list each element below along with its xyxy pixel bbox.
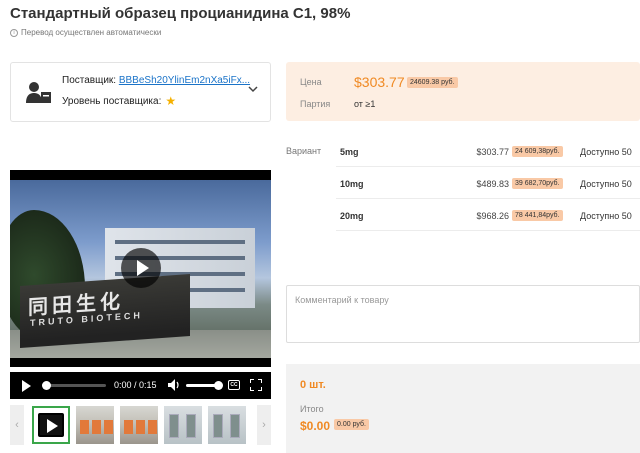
price-rub-badge: 24609.38 руб. — [407, 77, 458, 88]
variant-price: $303.77 — [476, 147, 509, 157]
video-progress-bar[interactable] — [42, 381, 106, 390]
thumbnail-image[interactable] — [76, 406, 114, 444]
video-controls: 0:00 / 0:15 CC — [10, 372, 271, 399]
price-label: Цена — [300, 77, 322, 87]
total-label: Итого — [300, 404, 324, 414]
thumbnail-video[interactable] — [32, 406, 70, 444]
info-icon: i — [10, 28, 18, 37]
variant-row[interactable]: 5mg $303.77 24 609,38руб. Доступно 50 — [336, 137, 640, 167]
volume-knob[interactable] — [214, 381, 223, 390]
batch-value: от ≥1 — [354, 99, 376, 109]
fullscreen-icon[interactable] — [250, 379, 262, 391]
supplier-icon — [26, 82, 51, 103]
variant-price: $968.26 — [476, 211, 509, 221]
star-icon: ★ — [165, 94, 177, 108]
supplier-link[interactable]: BBBeSh20YlinEm2nXa5iFx... — [119, 75, 250, 86]
thumbnail-next-button[interactable]: › — [257, 405, 271, 445]
variant-row[interactable]: 10mg $489.83 39 682,70руб. Доступно 50 — [336, 169, 640, 199]
quantity-value: 0 шт. — [300, 379, 326, 391]
variant-row[interactable]: 20mg $968.26 78 441,84руб. Доступно 50 — [336, 201, 640, 231]
variant-name: 5mg — [340, 147, 359, 157]
batch-label: Партия — [300, 99, 331, 109]
total-rub-badge: 0.00 руб. — [334, 419, 369, 430]
thumbnail-prev-button[interactable]: ‹ — [10, 405, 24, 445]
chevron-down-icon[interactable] — [248, 84, 258, 94]
supplier-panel[interactable]: Поставщик: BBBeSh20YlinEm2nXa5iFx... Уро… — [10, 62, 271, 122]
volume-slider[interactable] — [186, 381, 223, 390]
supplier-level-label: Уровень поставщика: — [62, 95, 162, 107]
variant-label: Вариант — [286, 146, 322, 156]
video-player[interactable]: 同田生化 TRUTO BIOTECH — [10, 170, 271, 367]
volume-icon[interactable] — [168, 378, 180, 392]
price-panel: Цена $303.77 24609.38 руб. Партия от ≥1 — [286, 62, 640, 121]
variant-rub-badge: 24 609,38руб. — [512, 146, 563, 157]
variant-availability: Доступно 50 — [580, 211, 632, 221]
supplier-label: Поставщик: — [62, 75, 117, 86]
product-title: Стандартный образец процианидина C1, 98% — [10, 5, 351, 22]
variant-name: 20mg — [340, 211, 364, 221]
video-time: 0:00 / 0:15 — [114, 380, 157, 390]
thumbnail-image[interactable] — [164, 406, 202, 444]
variant-price: $489.83 — [476, 179, 509, 189]
total-value: $0.00 — [300, 419, 331, 433]
auto-translation-text: Перевод осуществлен автоматически — [21, 28, 162, 37]
thumbnail-image[interactable] — [120, 406, 158, 444]
auto-translation-note: i Перевод осуществлен автоматически — [10, 28, 161, 37]
price-value: $303.77 — [354, 74, 405, 90]
video-play-icon — [38, 413, 64, 437]
order-summary: 0 шт. Итого $0.00 0.00 руб. — [286, 364, 640, 453]
captions-icon[interactable]: CC — [228, 380, 240, 390]
progress-knob[interactable] — [42, 381, 51, 390]
supplier-level-line: Уровень поставщика: ★ — [62, 94, 176, 108]
thumbnail-image[interactable] — [208, 406, 246, 444]
variant-rub-badge: 39 682,70руб. — [512, 178, 563, 189]
supplier-name-line: Поставщик: BBBeSh20YlinEm2nXa5iFx... — [62, 75, 250, 86]
variant-name: 10mg — [340, 179, 364, 189]
comment-field[interactable]: Комментарий к товару — [286, 285, 640, 343]
variant-availability: Доступно 50 — [580, 179, 632, 189]
variant-availability: Доступно 50 — [580, 147, 632, 157]
variant-rub-badge: 78 441,84руб. — [512, 210, 563, 221]
play-button[interactable] — [121, 248, 161, 288]
comment-placeholder: Комментарий к товару — [295, 295, 389, 305]
play-icon[interactable] — [22, 380, 31, 392]
thumbnail-strip: ‹ › — [10, 405, 271, 445]
